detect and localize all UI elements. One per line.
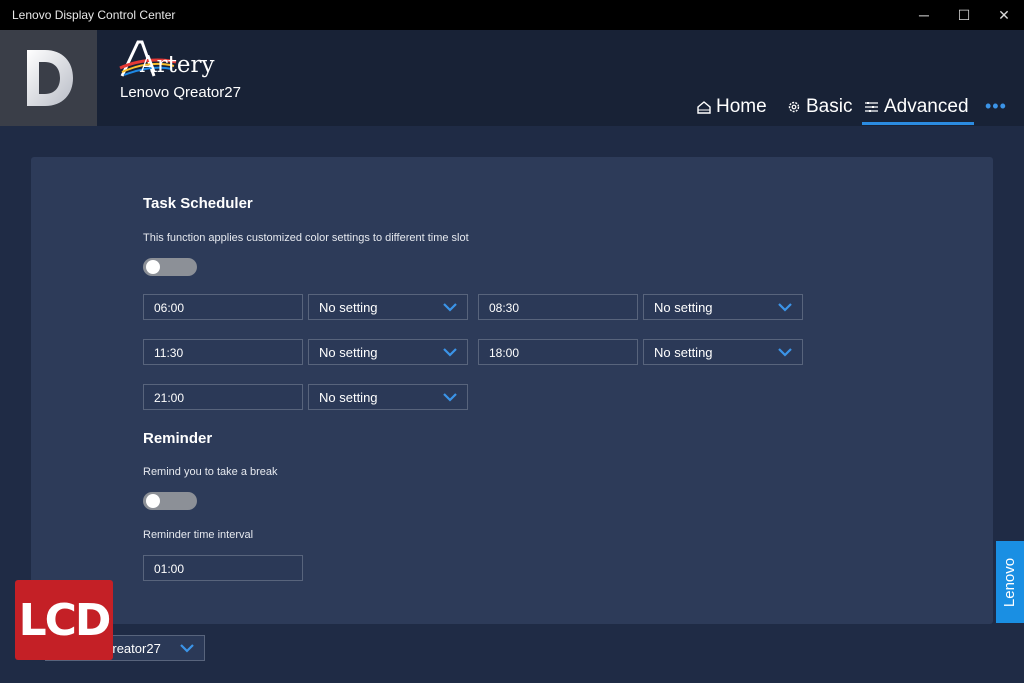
task-scheduler-title: Task Scheduler xyxy=(143,195,253,212)
color-setting-select[interactable]: No setting xyxy=(308,384,468,410)
window-controls: ─ ☐ ✕ xyxy=(904,0,1024,30)
reminder-title: Reminder xyxy=(143,430,213,447)
reminder-break-label: Remind you to take a break xyxy=(143,466,278,478)
title-bar: Lenovo Display Control Center ─ ☐ ✕ xyxy=(0,0,1024,30)
color-setting-select[interactable]: No setting xyxy=(643,339,803,365)
minimize-button[interactable]: ─ xyxy=(904,0,944,30)
chevron-down-icon xyxy=(778,348,792,357)
gear-icon xyxy=(787,100,801,117)
app-header: Artery Lenovo Qreator27 Home Basic Advan… xyxy=(0,30,1024,126)
chevron-down-icon xyxy=(778,303,792,312)
tab-basic-label: Basic xyxy=(806,96,853,117)
lenovo-side-tab[interactable]: Lenovo xyxy=(996,541,1024,623)
reminder-interval-label: Reminder time interval xyxy=(143,529,254,541)
maximize-button[interactable]: ☐ xyxy=(944,0,984,30)
lcd-watermark: LCD xyxy=(15,580,113,660)
chevron-down-icon xyxy=(180,644,194,653)
time-slot-field[interactable]: 06:00 xyxy=(143,294,303,320)
active-tab-indicator xyxy=(862,122,974,125)
close-button[interactable]: ✕ xyxy=(984,0,1024,30)
sliders-icon xyxy=(864,100,879,117)
task-scheduler-toggle[interactable] xyxy=(143,258,197,276)
color-setting-select[interactable]: No setting xyxy=(308,294,468,320)
toggle-knob xyxy=(146,260,160,274)
window-title: Lenovo Display Control Center xyxy=(12,8,176,22)
task-scheduler-description: This function applies customized color s… xyxy=(143,232,469,244)
select-value: No setting xyxy=(654,300,713,315)
select-value: No setting xyxy=(319,345,378,360)
toggle-knob xyxy=(146,494,160,508)
time-slot-field[interactable]: 21:00 xyxy=(143,384,303,410)
artery-brand-text: Artery xyxy=(140,52,215,78)
tab-home-label: Home xyxy=(716,96,767,117)
main-nav: Home Basic Advanced ••• xyxy=(0,92,1024,126)
select-value: No setting xyxy=(319,300,378,315)
color-setting-select[interactable]: No setting xyxy=(643,294,803,320)
home-icon xyxy=(697,100,711,117)
color-setting-select[interactable]: No setting xyxy=(308,339,468,365)
lenovo-side-tab-label: Lenovo xyxy=(1001,557,1019,607)
chevron-down-icon xyxy=(443,393,457,402)
chevron-down-icon xyxy=(443,348,457,357)
tab-home[interactable]: Home xyxy=(697,96,767,126)
time-slot-field[interactable]: 18:00 xyxy=(478,339,638,365)
reminder-interval-field[interactable]: 01:00 xyxy=(143,555,303,581)
tab-basic[interactable]: Basic xyxy=(787,96,852,126)
time-slot-field[interactable]: 11:30 xyxy=(143,339,303,365)
tab-advanced-label: Advanced xyxy=(884,96,969,117)
select-value: No setting xyxy=(654,345,713,360)
reminder-toggle[interactable] xyxy=(143,492,197,510)
more-options-button[interactable]: ••• xyxy=(985,96,1007,117)
select-value: No setting xyxy=(319,390,378,405)
time-slot-field[interactable]: 08:30 xyxy=(478,294,638,320)
chevron-down-icon xyxy=(443,303,457,312)
